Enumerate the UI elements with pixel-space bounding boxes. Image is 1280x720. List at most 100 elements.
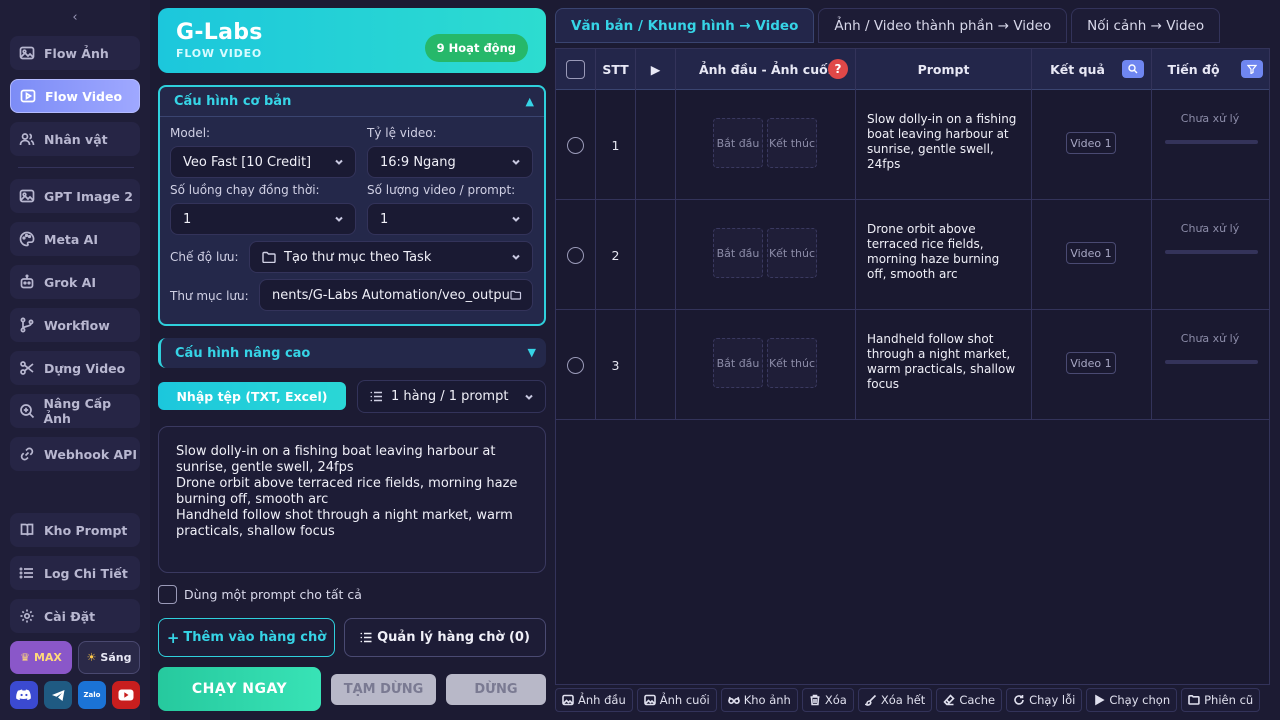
last-frame-button[interactable]: Ảnh cuối: [636, 688, 717, 712]
sun-icon: ☀: [86, 651, 97, 664]
pause-button[interactable]: TẠM DỪNG: [331, 674, 436, 705]
collapse-up-icon: ▲: [525, 95, 534, 108]
discord-icon[interactable]: [10, 681, 38, 709]
add-to-queue-button[interactable]: + Thêm vào hàng chờ: [158, 618, 335, 657]
import-file-button[interactable]: Nhập tệp (TXT, Excel): [158, 382, 346, 410]
tab-component-video[interactable]: Ảnh / Video thành phần → Video: [818, 8, 1068, 43]
ratio-select[interactable]: 16:9 Ngang: [367, 146, 533, 178]
collapse-sidebar-icon[interactable]: ‹: [66, 8, 84, 28]
plus-icon: +: [166, 628, 180, 647]
video-result-button[interactable]: Video 1: [1066, 352, 1116, 374]
sidebar-item-kho-prompt[interactable]: Kho Prompt: [10, 513, 140, 547]
help-icon[interactable]: ?: [828, 59, 848, 79]
first-frame-button[interactable]: Ảnh đầu: [555, 688, 633, 712]
sidebar-item-nang-cap-anh[interactable]: Nâng Cấp Ảnh: [10, 394, 140, 428]
retry-errors-button[interactable]: Chạy lỗi: [1006, 688, 1083, 712]
cache-button[interactable]: Cache: [936, 688, 1003, 712]
trash-icon: [809, 694, 821, 706]
save-mode-label: Chế độ lưu:: [170, 250, 239, 264]
sidebar-item-dung-video[interactable]: Dựng Video: [10, 351, 140, 385]
list-icon: [370, 391, 383, 402]
table-row[interactable]: 2 Bắt đầu Kết thúc Drone orbit above ter…: [556, 200, 1269, 310]
sidebar-item-flow-video[interactable]: Flow Video: [10, 79, 140, 113]
basic-config-header[interactable]: Cấu hình cơ bản ▲: [160, 87, 544, 117]
row-prompt[interactable]: Handheld follow shot through a night mar…: [856, 310, 1032, 420]
cache-label: Cache: [959, 693, 996, 707]
manage-queue-button[interactable]: Quản lý hàng chờ (0): [344, 618, 546, 657]
youtube-icon[interactable]: [112, 681, 140, 709]
tab-scene-join-video[interactable]: Nối cảnh → Video: [1071, 8, 1221, 43]
select-all-checkbox[interactable]: [566, 60, 585, 79]
search-icon[interactable]: [1122, 60, 1144, 78]
old-session-button[interactable]: Phiên cũ: [1181, 688, 1261, 712]
row-checkbox[interactable]: [567, 246, 584, 264]
sidebar-item-grok-ai[interactable]: Grok AI: [10, 265, 140, 299]
row-progress-bar: [1165, 360, 1258, 364]
header-progress-label: Tiến độ: [1167, 62, 1220, 77]
tab-text-frame-video[interactable]: Văn bản / Khung hình → Video: [555, 8, 815, 43]
start-frame-slot[interactable]: Bắt đầu: [713, 228, 763, 278]
prompt-textarea[interactable]: Slow dolly-in on a fishing boat leaving …: [158, 426, 546, 573]
header-select-all[interactable]: [556, 49, 596, 90]
table-row[interactable]: 1 Bắt đầu Kết thúc Slow dolly-in on a fi…: [556, 90, 1269, 200]
filter-icon[interactable]: [1241, 60, 1263, 78]
count-select[interactable]: 1: [367, 203, 533, 235]
single-prompt-option[interactable]: Dùng một prompt cho tất cả: [158, 585, 362, 604]
row-prompt[interactable]: Slow dolly-in on a fishing boat leaving …: [856, 90, 1032, 200]
start-frame-slot[interactable]: Bắt đầu: [713, 118, 763, 168]
sidebar-item-webhook-api[interactable]: Webhook API: [10, 437, 140, 471]
max-plan-badge[interactable]: ♛ MAX: [10, 641, 72, 674]
sidebar-item-flow-anh[interactable]: Flow Ảnh: [10, 36, 140, 70]
advanced-config-header[interactable]: Cấu hình nâng cao ▼: [158, 338, 546, 368]
video-result-button[interactable]: Video 1: [1066, 242, 1116, 264]
start-frame-slot[interactable]: Bắt đầu: [713, 338, 763, 388]
header-play[interactable]: ▶: [636, 49, 676, 90]
threads-select[interactable]: 1: [170, 203, 356, 235]
sidebar-item-workflow[interactable]: Workflow: [10, 308, 140, 342]
prompt-line: Handheld follow shot through a night mar…: [176, 508, 513, 539]
row-play-cell[interactable]: [636, 310, 676, 420]
open-folder-icon[interactable]: [510, 289, 526, 301]
chevron-down-icon: [510, 156, 522, 168]
header-frames-label: Ảnh đầu - Ảnh cuối: [698, 62, 832, 77]
sidebar-item-gpt-image[interactable]: GPT Image 2: [10, 179, 140, 213]
delete-button[interactable]: Xóa: [801, 688, 854, 712]
run-selected-button[interactable]: Chạy chọn: [1086, 688, 1178, 712]
row-play-cell[interactable]: [636, 200, 676, 310]
theme-toggle[interactable]: ☀ Sáng: [78, 641, 140, 674]
header-stt: STT: [596, 49, 636, 90]
model-select[interactable]: Veo Fast [10 Credit]: [170, 146, 356, 178]
sidebar-item-log-chi-tiet[interactable]: Log Chi Tiết: [10, 556, 140, 590]
row-prompt[interactable]: Drone orbit above terraced rice fields, …: [856, 200, 1032, 310]
row-status: Chưa xử lý: [1180, 112, 1240, 125]
active-count-badge: 9 Hoạt động: [424, 34, 528, 62]
sidebar-item-meta-ai[interactable]: Meta AI: [10, 222, 140, 256]
end-frame-slot[interactable]: Kết thúc: [767, 338, 817, 388]
folder-input[interactable]: nents/G-Labs Automation/veo_output: [259, 279, 533, 311]
delete-all-button[interactable]: Xóa hết: [857, 688, 933, 712]
row-stt: 1: [596, 90, 636, 200]
run-now-button[interactable]: CHẠY NGAY: [158, 667, 321, 711]
sidebar-item-label: Flow Video: [45, 88, 123, 104]
row-checkbox[interactable]: [567, 356, 584, 374]
old-session-label: Phiên cũ: [1204, 693, 1254, 707]
zalo-icon[interactable]: Zalo: [78, 681, 106, 709]
import-mode-select[interactable]: 1 hàng / 1 prompt: [357, 380, 546, 413]
refresh-icon: [1013, 694, 1025, 706]
table-row[interactable]: 3 Bắt đầu Kết thúc Handheld follow shot …: [556, 310, 1269, 420]
row-checkbox[interactable]: [567, 136, 584, 154]
row-play-cell[interactable]: [636, 90, 676, 200]
sidebar-item-label: Nâng Cấp Ảnh: [43, 396, 112, 426]
image-library-button[interactable]: Kho ảnh: [720, 688, 798, 712]
stop-button[interactable]: DỪNG: [446, 674, 546, 705]
end-frame-slot[interactable]: Kết thúc: [767, 118, 817, 168]
telegram-icon[interactable]: [44, 681, 72, 709]
single-prompt-checkbox[interactable]: [158, 585, 177, 604]
video-result-button[interactable]: Video 1: [1066, 132, 1116, 154]
end-frame-slot[interactable]: Kết thúc: [767, 228, 817, 278]
bot-icon: [18, 273, 36, 291]
save-mode-select[interactable]: Tạo thư mục theo Task: [249, 241, 533, 273]
sidebar-item-nhan-vat[interactable]: Nhân vật: [10, 122, 140, 156]
sidebar-item-cai-dat[interactable]: Cài Đặt: [10, 599, 140, 633]
row-status: Chưa xử lý: [1180, 332, 1240, 345]
